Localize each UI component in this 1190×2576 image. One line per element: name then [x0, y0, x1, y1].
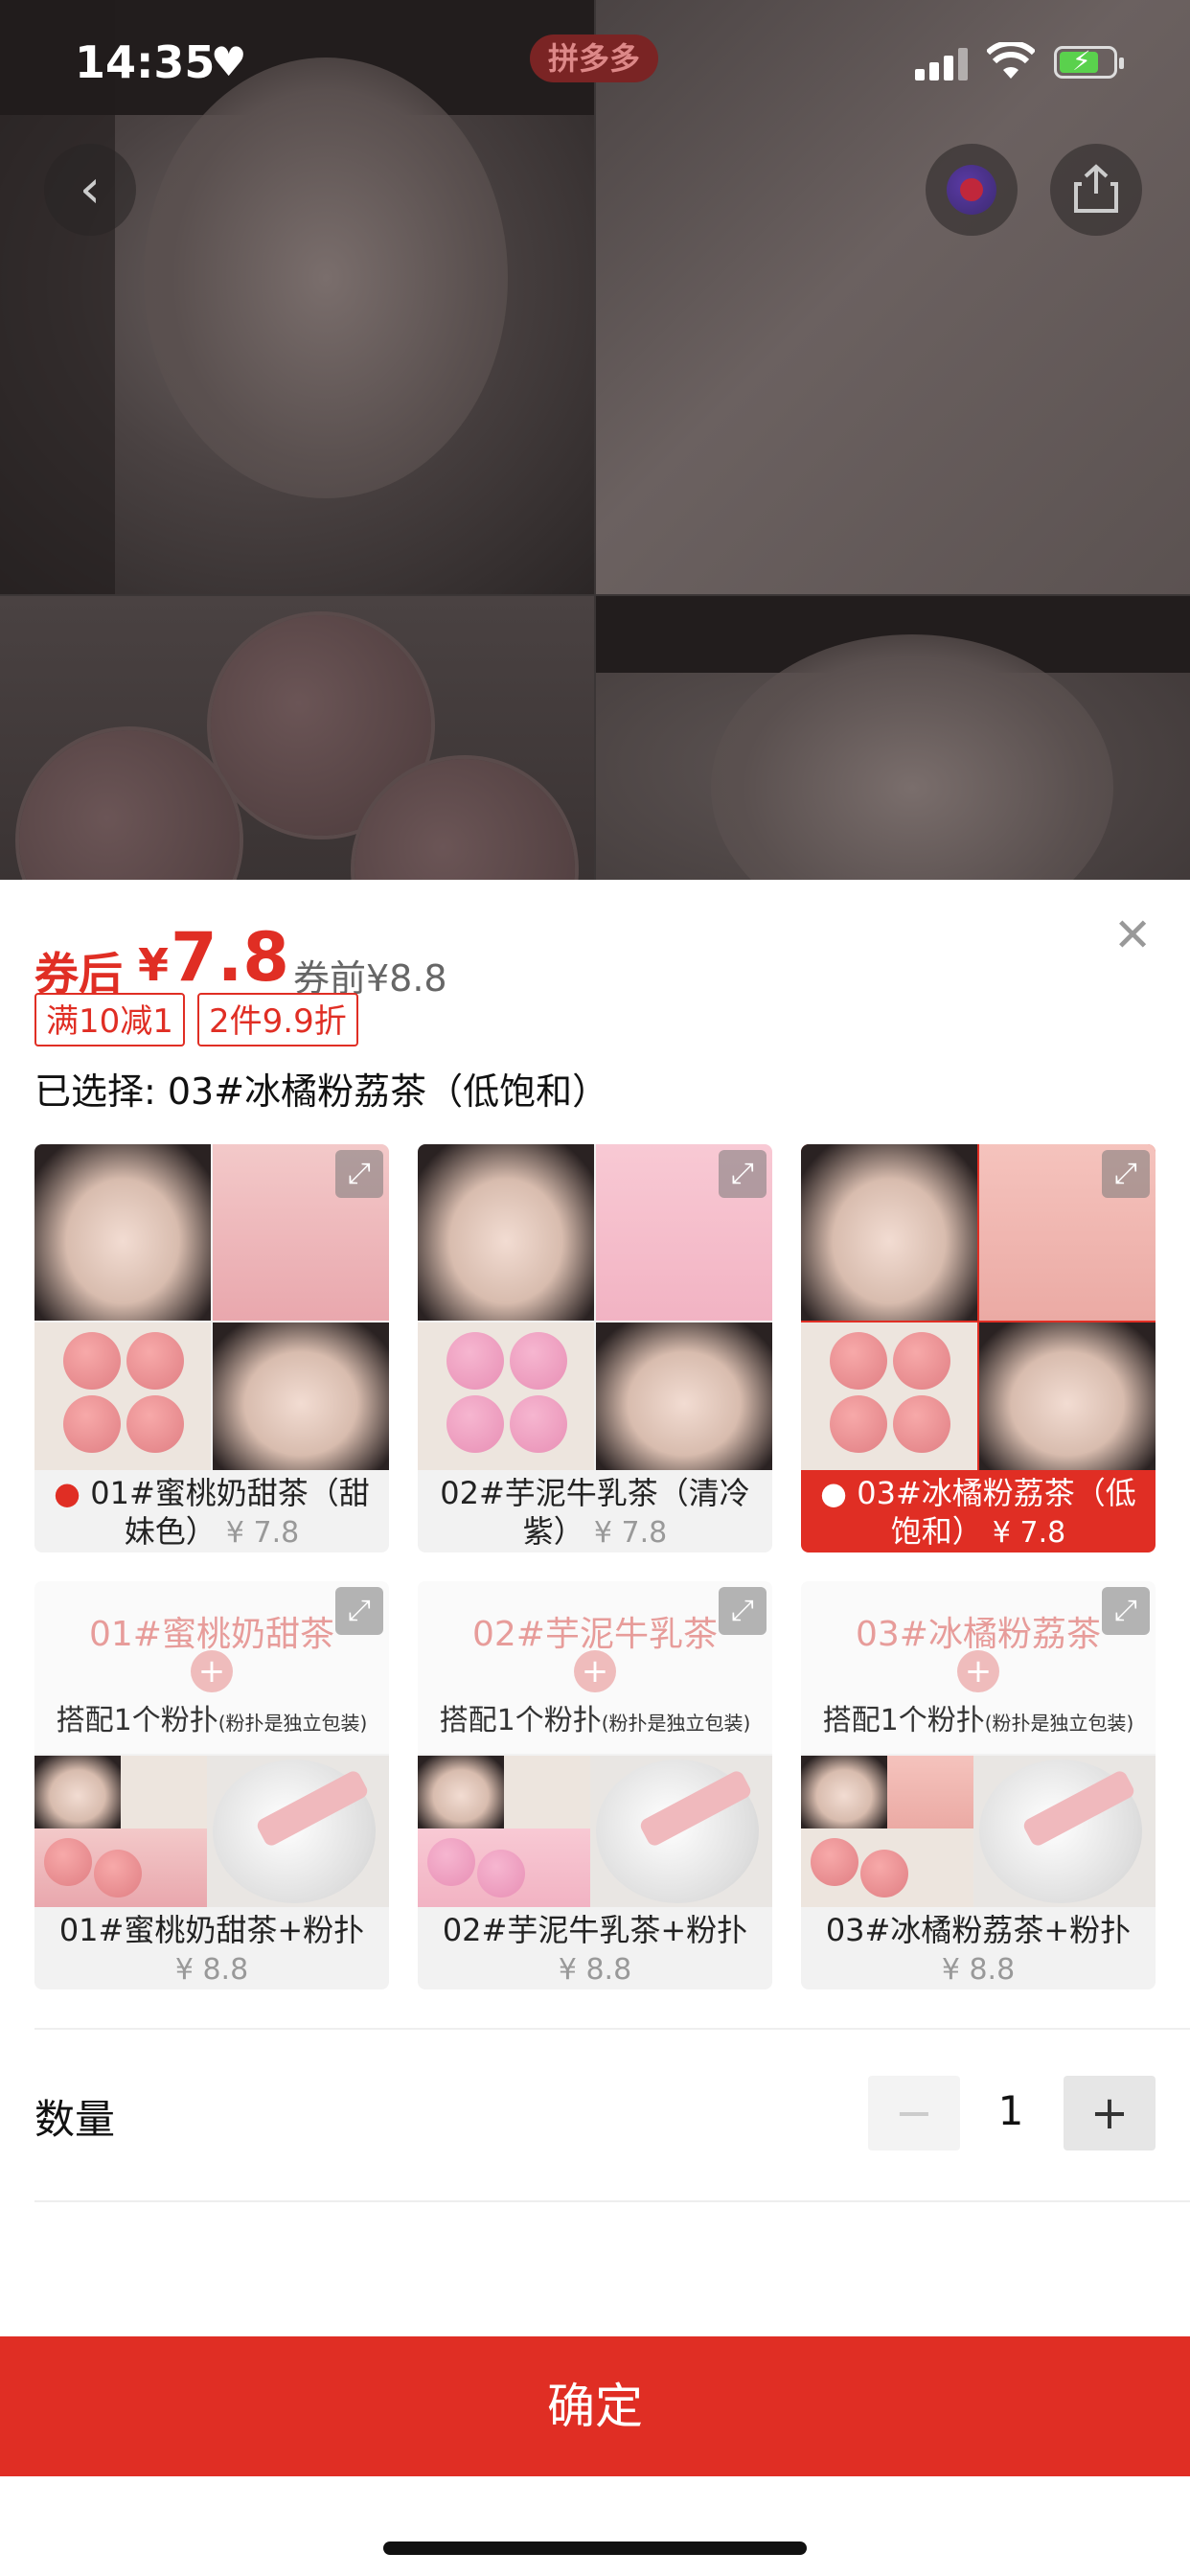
variant-name-cont: 妹色） — [124, 1513, 217, 1550]
combo-image-sub: 搭配1个粉扑(粉扑是独立包装) — [822, 1704, 1134, 1737]
share-icon — [1074, 164, 1118, 213]
chevron-left-icon: ‹ — [79, 158, 102, 220]
combo-image-sub: 搭配1个粉扑(粉扑是独立包装) — [439, 1704, 751, 1737]
plus-icon: + — [957, 1650, 999, 1692]
variant-name: 03#冰橘粉荔茶（低 — [857, 1475, 1136, 1511]
selected-variant-text: 已选择: 03#冰橘粉荔茶（低饱和） — [34, 1070, 609, 1113]
combo-label: 02#芋泥牛乳茶+粉扑 ¥ 8.8 — [418, 1911, 772, 1990]
combo-name: 02#芋泥牛乳茶+粉扑 — [442, 1912, 748, 1948]
variant-price: ¥ 7.8 — [593, 1516, 668, 1550]
product-hero-image — [0, 0, 1190, 880]
promo-tag: 满10减1 — [34, 993, 185, 1046]
variant-name-cont: 紫） — [522, 1513, 584, 1550]
variant-price: ¥ 7.8 — [225, 1516, 300, 1550]
divider — [34, 2200, 1190, 2202]
variant-name: 02#芋泥牛乳茶（清冷 — [440, 1475, 750, 1511]
variant-option-03-selected[interactable]: ⤢ ● 03#冰橘粉荔茶（低 饱和） ¥ 7.8 — [801, 1144, 1156, 1552]
combo-image: 03#冰橘粉荔茶 + 搭配1个粉扑(粉扑是独立包装) ⤢ — [801, 1581, 1156, 1907]
combo-price: ¥ 8.8 — [558, 1953, 632, 1987]
fire-icon: ● — [820, 1475, 848, 1511]
plus-icon: + — [574, 1650, 616, 1692]
combo-label: 01#蜜桃奶甜茶+粉扑 ¥ 8.8 — [34, 1911, 389, 1990]
variant-image: ⤢ — [801, 1144, 1156, 1470]
favorite-button[interactable] — [926, 144, 1018, 236]
combo-price: ¥ 8.8 — [941, 1953, 1016, 1987]
favorite-icon — [947, 165, 996, 215]
battery-icon: ⚡ — [1054, 45, 1124, 79]
expand-icon[interactable]: ⤢ — [719, 1150, 767, 1198]
quantity-label: 数量 — [34, 2096, 116, 2143]
combo-image-sub: 搭配1个粉扑(粉扑是独立包装) — [56, 1704, 368, 1737]
combo-price: ¥ 8.8 — [174, 1953, 249, 1987]
expand-icon[interactable]: ⤢ — [1102, 1150, 1150, 1198]
divider — [34, 2028, 1190, 2030]
combo-image: 02#芋泥牛乳茶 + 搭配1个粉扑(粉扑是独立包装) ⤢ — [418, 1581, 772, 1907]
expand-icon[interactable]: ⤢ — [335, 1150, 383, 1198]
price-currency: ¥ — [138, 939, 170, 991]
variant-image: ⤢ — [418, 1144, 772, 1470]
quantity-increase-button[interactable]: + — [1064, 2076, 1156, 2150]
quantity-value[interactable]: 1 — [977, 2087, 1044, 2134]
variant-image: ⤢ — [34, 1144, 389, 1470]
combo-option-01[interactable]: 01#蜜桃奶甜茶 + 搭配1个粉扑(粉扑是独立包装) ⤢ 01#蜜桃奶甜茶+粉扑 — [34, 1581, 389, 1990]
share-button[interactable] — [1050, 144, 1142, 236]
back-button[interactable]: ‹ — [44, 144, 136, 236]
variant-label: ● 03#冰橘粉荔茶（低 饱和） ¥ 7.8 — [801, 1474, 1156, 1552]
expand-icon[interactable]: ⤢ — [1102, 1587, 1150, 1635]
wifi-icon — [987, 42, 1035, 79]
fire-icon: ● — [54, 1475, 81, 1511]
hero-photo-closeup — [596, 596, 1190, 880]
combo-label: 03#冰橘粉荔茶+粉扑 ¥ 8.8 — [801, 1911, 1156, 1990]
variant-label: 02#芋泥牛乳茶（清冷 紫） ¥ 7.8 — [418, 1474, 772, 1552]
heart-icon: ♥ — [211, 38, 247, 85]
variant-name: 01#蜜桃奶甜茶（甜 — [90, 1475, 370, 1511]
app-badge: 拼多多 — [530, 34, 658, 82]
combo-image: 01#蜜桃奶甜茶 + 搭配1个粉扑(粉扑是独立包装) ⤢ — [34, 1581, 389, 1907]
status-bar: 14:35 ♥ 拼多多 ⚡ — [0, 0, 1190, 125]
variant-label: ● 01#蜜桃奶甜茶（甜 妹色） ¥ 7.8 — [34, 1474, 389, 1552]
expand-icon[interactable]: ⤢ — [335, 1587, 383, 1635]
promo-tag: 2件9.9折 — [197, 993, 358, 1046]
sku-selection-sheet: 券后 ¥ 7.8 券前¥8.8 ✕ 满10减1 2件9.9折 已选择: 03#冰… — [0, 880, 1190, 2576]
variant-option-01[interactable]: ⤢ ● 01#蜜桃奶甜茶（甜 妹色） ¥ 7.8 — [34, 1144, 389, 1552]
expand-icon[interactable]: ⤢ — [719, 1587, 767, 1635]
variant-option-02[interactable]: ⤢ 02#芋泥牛乳茶（清冷 紫） ¥ 7.8 — [418, 1144, 772, 1552]
combo-option-03[interactable]: 03#冰橘粉荔茶 + 搭配1个粉扑(粉扑是独立包装) ⤢ 03#冰橘粉荔茶+粉扑 — [801, 1581, 1156, 1990]
cellular-signal-icon — [915, 48, 969, 80]
hero-photo-palette — [0, 596, 594, 880]
variant-price: ¥ 7.8 — [992, 1516, 1066, 1550]
confirm-button[interactable]: 确定 — [0, 2336, 1190, 2476]
combo-option-02[interactable]: 02#芋泥牛乳茶 + 搭配1个粉扑(粉扑是独立包装) ⤢ 02#芋泥牛乳茶+粉扑 — [418, 1581, 772, 1990]
status-time: 14:35 — [75, 36, 216, 88]
price-after-coupon: 7.8 — [171, 918, 290, 997]
combo-name: 03#冰橘粉荔茶+粉扑 — [825, 1912, 1132, 1948]
plus-icon: + — [191, 1650, 233, 1692]
variant-name-cont: 饱和） — [890, 1513, 983, 1550]
home-indicator — [383, 2542, 807, 2555]
close-icon[interactable]: ✕ — [1113, 908, 1152, 962]
quantity-decrease-button[interactable]: − — [868, 2076, 960, 2150]
combo-name: 01#蜜桃奶甜茶+粉扑 — [58, 1912, 365, 1948]
